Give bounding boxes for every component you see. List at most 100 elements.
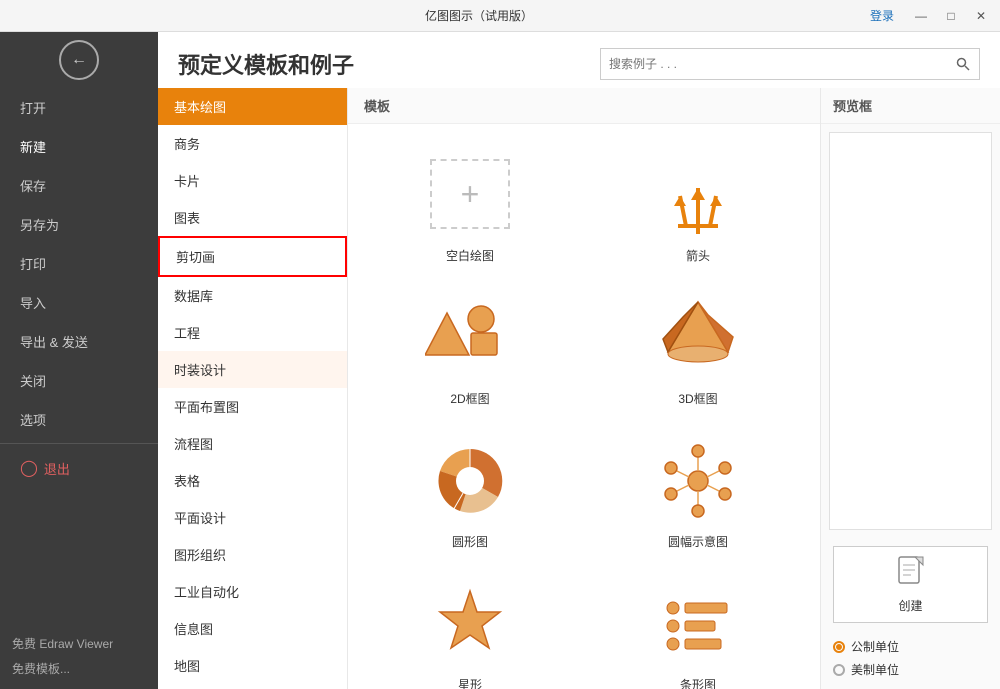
3d-template-icon [648,292,748,382]
sidebar-item-new[interactable]: 新建 [0,127,158,166]
sidebar-item-close[interactable]: 关闭 [0,361,158,400]
template-item-bars[interactable]: 条形图 [584,561,812,689]
radial-template-icon [648,435,748,525]
blank-template-label: 空白绘图 [446,247,494,264]
radio-metric[interactable]: 公制单位 [833,635,988,658]
templates-grid-wrapper[interactable]: + 空白绘图 [348,124,820,689]
3d-template-label: 3D框图 [678,390,717,407]
arrow-template-label: 箭头 [686,247,710,264]
category-item-industrial[interactable]: 工业自动化 [158,573,347,610]
category-item-card[interactable]: 卡片 [158,162,347,199]
search-input[interactable] [601,57,947,71]
category-scroll[interactable]: 基本绘图 商务 卡片 图表 剪切画 [158,88,347,689]
template-item-arrow[interactable]: 箭头 [584,132,812,275]
bars-template-label: 条形图 [680,676,716,689]
category-item-table[interactable]: 表格 [158,462,347,499]
pie-template-label: 圆形图 [452,533,488,550]
sidebar-footer: 免费 Edraw Viewer 免费模板... [0,623,158,689]
sidebar-templates-link[interactable]: 免费模板... [12,656,146,681]
radial-svg-icon [658,443,738,518]
login-link[interactable]: 登录 [870,7,894,24]
template-item-radial[interactable]: 圆幅示意图 [584,418,812,561]
arrow-svg-icon [658,154,738,234]
category-item-chart[interactable]: 图表 [158,199,347,236]
2d-template-icon [420,292,520,382]
template-item-3d[interactable]: 3D框图 [584,275,812,418]
category-item-clipart-wrapper: 剪切画 [158,236,347,277]
radio-imperial-circle [833,664,845,676]
radio-metric-dot [836,644,842,650]
pie-svg-icon [430,443,510,518]
exit-icon: ◯ [20,458,38,478]
sidebar: ← 打开 新建 保存 另存为 打印 导入 导出 & 发送 [0,32,158,689]
category-item-clipart[interactable]: 剪切画 [158,236,347,277]
options-label: 选项 [20,410,46,429]
new-label: 新建 [20,137,46,156]
category-item-basic[interactable]: 基本绘图 [158,88,347,125]
radio-metric-label: 公制单位 [851,638,899,655]
search-button[interactable] [947,48,979,80]
close-button[interactable]: ✕ [970,5,992,27]
radio-imperial[interactable]: 美制单位 [833,658,988,681]
radio-metric-circle [833,641,845,653]
create-doc-icon [897,555,925,593]
blank-template-icon: + [420,149,520,239]
sidebar-item-saveas[interactable]: 另存为 [0,205,158,244]
category-item-engineering[interactable]: 工程 [158,314,347,351]
search-icon [956,57,970,71]
preview-area [829,132,992,530]
category-item-database[interactable]: 数据库 [158,277,347,314]
page-header: 预定义模板和例子 [158,32,1000,88]
exit-label: 退出 [44,459,70,478]
star-template-label: 星形 [458,676,482,689]
content-area: 预定义模板和例子 基本绘图 [158,32,1000,689]
sidebar-item-print[interactable]: 打印 [0,244,158,283]
2d-svg-icon [425,297,515,377]
category-item-infographic[interactable]: 信息图 [158,610,347,647]
close-label: 关闭 [20,371,46,390]
template-item-star[interactable]: 星形 [356,561,584,689]
back-icon: ← [71,51,87,69]
back-button[interactable]: ← [59,40,99,80]
search-bar [600,48,980,80]
category-item-map[interactable]: 地图 [158,647,347,684]
sidebar-item-export[interactable]: 导出 & 发送 [0,322,158,361]
sidebar-item-import[interactable]: 导入 [0,283,158,322]
saveas-label: 另存为 [20,215,59,234]
templates-header: 模板 [348,88,820,124]
two-panel: 基本绘图 商务 卡片 图表 剪切画 [158,88,1000,689]
print-label: 打印 [20,254,46,273]
template-item-blank[interactable]: + 空白绘图 [356,132,584,275]
sidebar-item-exit[interactable]: ◯ 退出 [0,448,158,488]
preview-title: 预览框 [821,88,1000,124]
arrow-template-icon [648,149,748,239]
maximize-button[interactable]: □ [940,5,962,27]
star-svg-icon [435,586,505,661]
category-item-business[interactable]: 商务 [158,125,347,162]
sidebar-viewer-link[interactable]: 免费 Edraw Viewer [12,631,146,656]
category-item-flat-design[interactable]: 平面设计 [158,499,347,536]
category-item-flowchart[interactable]: 流程图 [158,425,347,462]
template-item-pie[interactable]: 圆形图 [356,418,584,561]
sidebar-item-options[interactable]: 选项 [0,400,158,439]
document-icon [897,555,925,587]
radial-template-label: 圆幅示意图 [668,533,728,550]
create-label: 创建 [898,597,922,614]
sidebar-item-open[interactable]: 打开 [0,88,158,127]
category-item-floor[interactable]: 平面布置图 [158,388,347,425]
preview-panel: 预览框 创建 [820,88,1000,689]
create-button[interactable]: 创建 [833,546,988,623]
titlebar: 亿图图示（试用版） 登录 — □ ✕ [0,0,1000,32]
category-item-graphic[interactable]: 图形组织 [158,536,347,573]
templates-grid: + 空白绘图 [348,124,820,689]
template-item-2d[interactable]: 2D框图 [356,275,584,418]
sidebar-item-save[interactable]: 保存 [0,166,158,205]
category-item-mindmap[interactable]: 思维导图 [158,684,347,689]
bars-svg-icon [663,588,733,658]
2d-template-label: 2D框图 [450,390,489,407]
templates-panel: 模板 + 空白绘图 [348,88,820,689]
import-label: 导入 [20,293,46,312]
category-item-fashion[interactable]: 时装设计 [158,351,347,388]
minimize-button[interactable]: — [910,5,932,27]
save-label: 保存 [20,176,46,195]
